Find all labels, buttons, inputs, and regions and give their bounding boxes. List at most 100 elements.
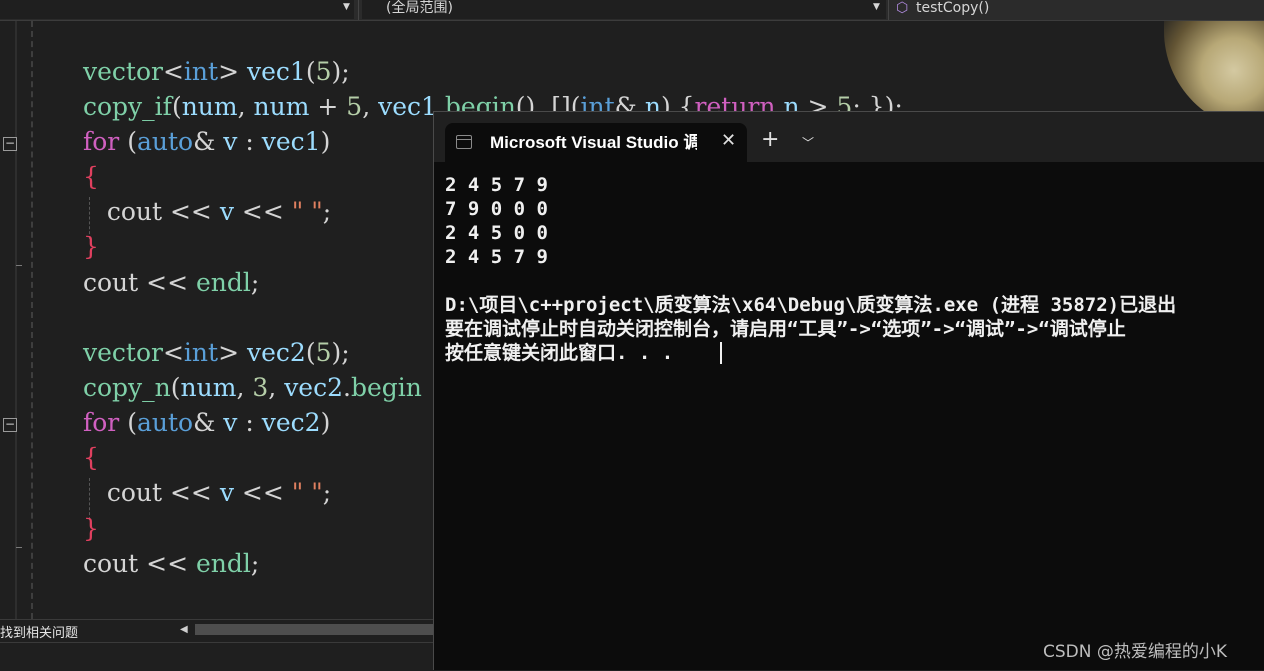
scroll-left-icon[interactable]: ◀ <box>180 624 188 635</box>
status-area: 找到相关问题 ◀ <box>0 619 434 671</box>
code-token: & <box>193 127 224 156</box>
code-token: auto <box>136 408 194 437</box>
code-token: ( <box>119 127 137 156</box>
code-token: vector <box>83 338 163 367</box>
debug-console-window[interactable]: Microsoft Visual Studio 调试控制台 ✕ + ﹀ 2 4 … <box>433 111 1264 670</box>
code-token: < <box>162 57 184 86</box>
code-token: vec1 <box>246 57 306 86</box>
code-token: " " <box>291 478 323 507</box>
horizontal-scrollbar[interactable] <box>195 624 434 635</box>
code-token: v <box>219 197 234 226</box>
close-icon[interactable]: ✕ <box>721 130 736 151</box>
code-token: . <box>343 373 351 402</box>
code-token: ( <box>171 92 182 121</box>
code-line: cout << v << " "; <box>83 197 331 227</box>
code-line: cout << v << " "; <box>83 478 331 508</box>
code-line: } <box>83 514 99 544</box>
code-token: endl <box>196 549 251 578</box>
console-line: 2 4 5 7 9 <box>445 174 548 196</box>
divider <box>358 0 359 20</box>
text-cursor <box>720 342 722 364</box>
code-token: ); <box>331 57 350 86</box>
code-token: begin <box>350 373 422 402</box>
code-token: ; <box>250 268 260 297</box>
code-line: for (auto& v : vec1) <box>83 127 330 157</box>
code-token: endl <box>196 268 251 297</box>
console-line: 2 4 5 0 0 <box>445 222 548 244</box>
issues-status[interactable]: 找到相关问题 <box>0 622 78 641</box>
terminal-icon <box>456 135 472 149</box>
watermark: CSDN @热爱编程的小K <box>1043 642 1228 662</box>
code-token: & <box>193 408 224 437</box>
chevron-down-icon[interactable]: ▼ <box>343 2 350 12</box>
code-token: > <box>218 57 247 86</box>
code-token: for <box>83 127 120 156</box>
code-token: , <box>236 373 253 402</box>
code-token: : <box>237 408 262 437</box>
code-token: : <box>237 127 262 156</box>
code-token: ( <box>305 57 316 86</box>
code-token: ( <box>170 373 181 402</box>
collapse-icon[interactable]: − <box>3 137 17 151</box>
code-token: vec2 <box>261 408 321 437</box>
divider <box>0 642 434 643</box>
code-token: cout << <box>83 549 196 578</box>
code-token: , <box>237 92 254 121</box>
console-tab[interactable]: Microsoft Visual Studio 调试控制台 ✕ <box>445 123 747 162</box>
code-line: for (auto& v : vec2) <box>83 408 330 438</box>
code-token: cout << <box>83 197 220 226</box>
code-token: << <box>233 478 292 507</box>
fold-end-marker <box>16 265 22 266</box>
code-token: vec2 <box>246 338 306 367</box>
code-line: { <box>83 162 99 192</box>
code-token: ( <box>305 338 316 367</box>
code-line: cout << endl; <box>83 549 259 579</box>
code-token: < <box>162 338 184 367</box>
code-token: num <box>181 92 238 121</box>
function-dropdown[interactable]: testCopy() <box>916 0 989 17</box>
code-token: vec1 <box>261 127 321 156</box>
code-token: for <box>83 408 120 437</box>
console-line: D:\项目\c++project\质变算法\x64\Debug\质变算法.exe… <box>445 294 1177 316</box>
scope-label: (全局范围) <box>386 0 453 16</box>
code-line: { <box>83 443 99 473</box>
navigation-bar: ▼ (全局范围) ▼ ⬡ testCopy() <box>0 0 1264 21</box>
divider <box>888 0 889 20</box>
chevron-down-icon[interactable]: ▼ <box>873 2 880 12</box>
code-token: cout << <box>83 268 196 297</box>
code-token: vector <box>83 57 163 86</box>
console-line: 按任意键关闭此窗口. . . <box>445 342 674 364</box>
code-token: cout << <box>83 478 220 507</box>
chevron-down-icon[interactable]: ﹀ <box>802 134 814 151</box>
code-token: vec1 <box>378 92 437 121</box>
code-line: cout << endl; <box>83 268 259 298</box>
code-token: num <box>253 92 310 121</box>
code-token: v <box>223 127 238 156</box>
code-token: auto <box>136 127 194 156</box>
tab-title: Microsoft Visual Studio 调试控制台 <box>490 133 697 152</box>
code-token: 5 <box>315 338 332 367</box>
code-token: , <box>268 373 285 402</box>
project-dropdown[interactable] <box>0 0 354 19</box>
code-token: v <box>223 408 238 437</box>
code-token: ; <box>322 197 332 226</box>
new-tab-button[interactable]: + <box>761 129 779 151</box>
code-token: 5 <box>315 57 332 86</box>
code-token: > <box>218 338 247 367</box>
code-token: } <box>83 514 99 543</box>
code-token: ) <box>320 127 331 156</box>
code-line: copy_n(num, 3, vec2.begin <box>83 373 422 403</box>
code-token: v <box>219 478 234 507</box>
code-token: ; <box>322 478 332 507</box>
code-token: ); <box>331 338 350 367</box>
collapse-icon[interactable]: − <box>3 418 17 432</box>
fold-end-marker <box>16 547 22 548</box>
code-line: } <box>83 232 99 262</box>
code-token: ) <box>320 408 331 437</box>
code-token: " " <box>291 197 323 226</box>
console-line: 要在调试停止时自动关闭控制台，请启用“工具”->“选项”->“调试”->“调试停… <box>445 318 1126 340</box>
code-token: { <box>83 162 99 191</box>
console-titlebar: Microsoft Visual Studio 调试控制台 ✕ + ﹀ <box>434 112 1264 162</box>
code-token: { <box>83 443 99 472</box>
code-token: num <box>180 373 237 402</box>
